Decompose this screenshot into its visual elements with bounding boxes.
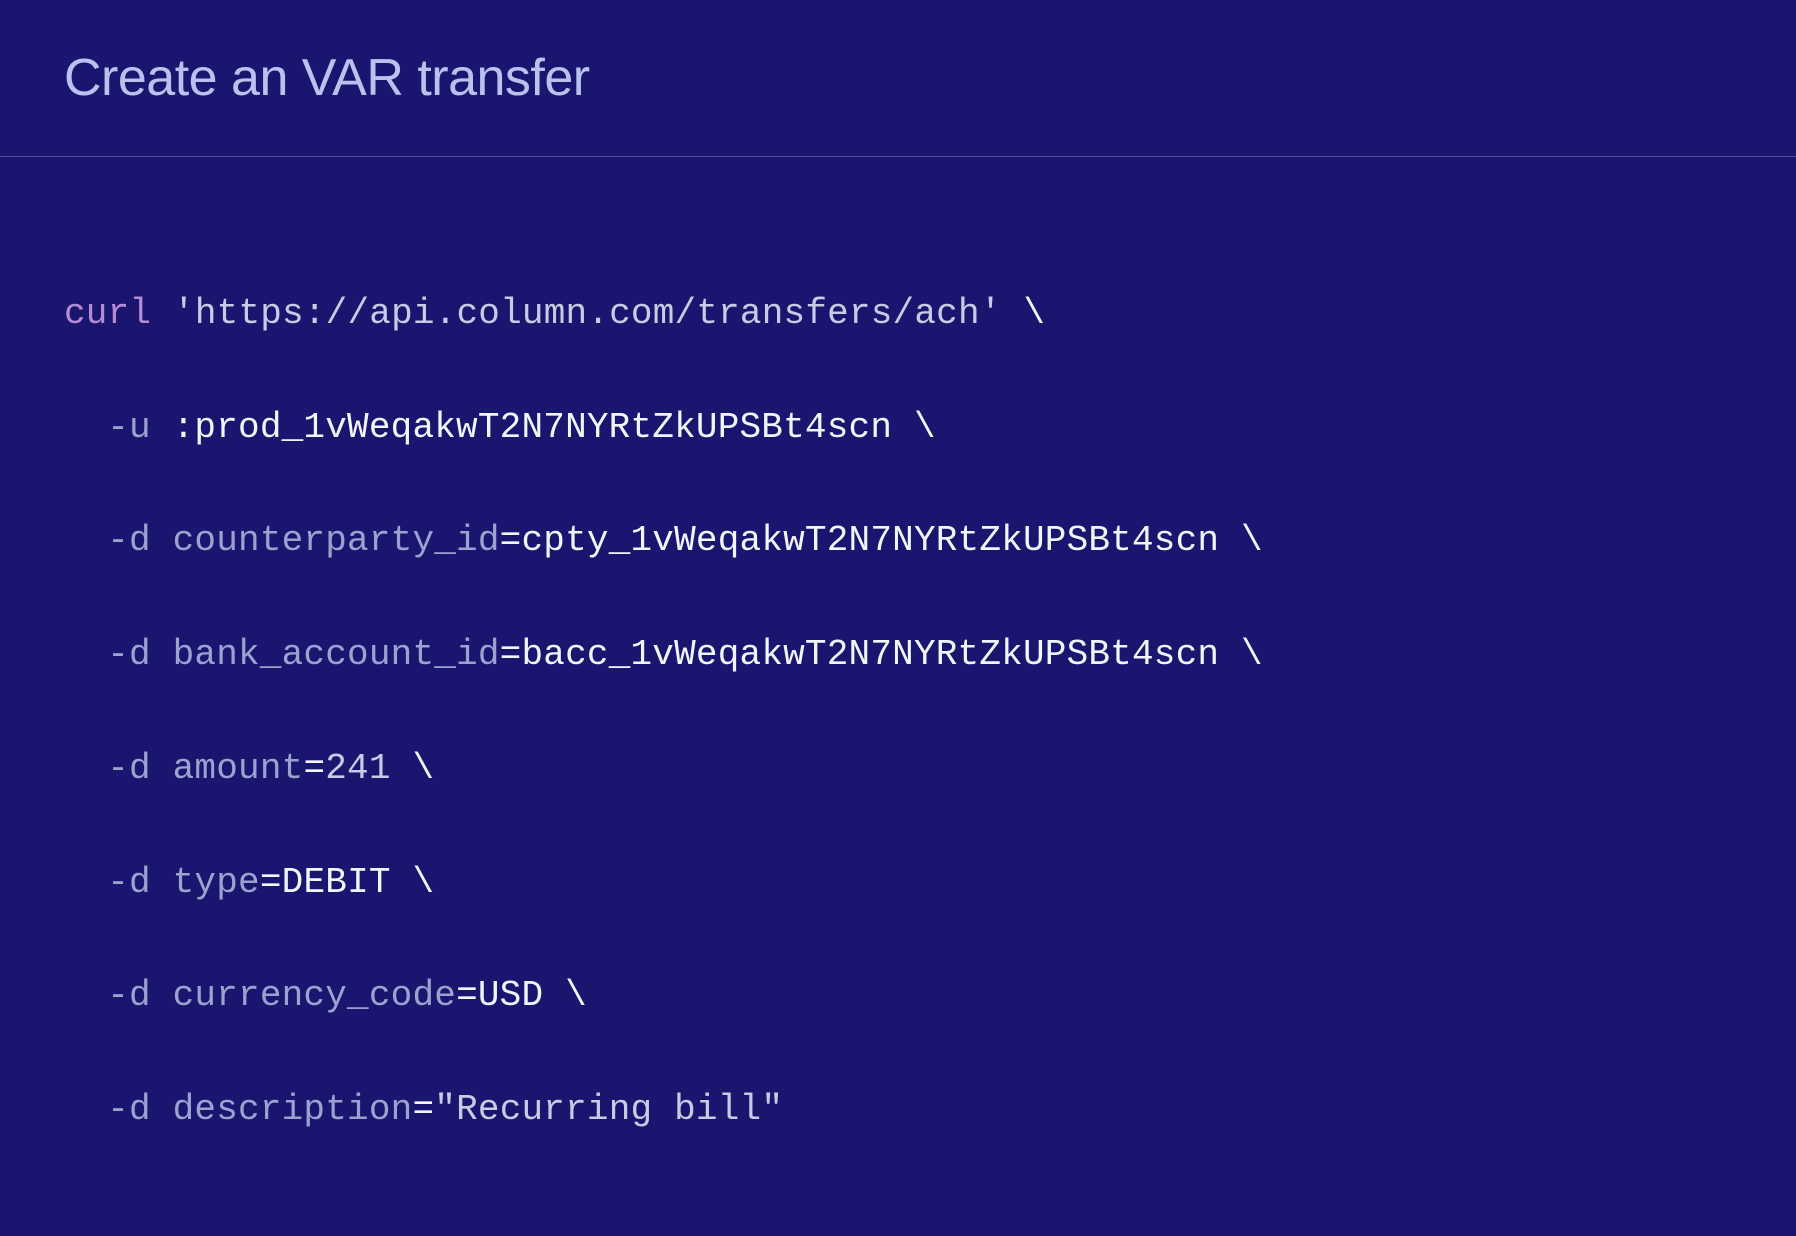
code-flag: -d <box>107 1089 151 1130</box>
code-eq: = <box>500 520 522 561</box>
code-value: bacc_1vWeqakwT2N7NYRtZkUPSBt4scn <box>521 634 1219 675</box>
code-continuation: \ <box>1002 293 1046 334</box>
code-key: description <box>151 1089 413 1130</box>
code-url: 'https://api.column.com/transfers/ach' <box>173 293 1002 334</box>
code-key: bank_account_id <box>151 634 500 675</box>
code-key: amount <box>151 748 304 789</box>
code-line: -u :prod_1vWeqakwT2N7NYRtZkUPSBt4scn \ <box>64 400 1732 457</box>
code-continuation: \ <box>1219 520 1263 561</box>
code-key: type <box>151 862 260 903</box>
code-eq: = <box>260 862 282 903</box>
code-flag: -d <box>107 520 151 561</box>
code-eq: = <box>456 975 478 1016</box>
code-flag: -d <box>107 975 151 1016</box>
code-value: :prod_1vWeqakwT2N7NYRtZkUPSBt4scn <box>151 407 892 448</box>
code-value: USD <box>478 975 543 1016</box>
code-continuation: \ <box>1219 634 1263 675</box>
code-line: -d type=DEBIT \ <box>64 855 1732 912</box>
code-sample-title: Create an VAR transfer <box>64 48 1732 108</box>
code-eq: = <box>500 634 522 675</box>
code-command: curl <box>64 293 151 334</box>
code-value: 241 <box>325 748 390 789</box>
code-flag: -d <box>107 634 151 675</box>
code-line: -d currency_code=USD \ <box>64 968 1732 1025</box>
code-flag: -u <box>107 407 151 448</box>
code-eq: = <box>412 1089 434 1130</box>
code-continuation: \ <box>543 975 587 1016</box>
code-continuation: \ <box>391 748 435 789</box>
code-continuation: \ <box>892 407 936 448</box>
code-line: -d amount=241 \ <box>64 741 1732 798</box>
code-block: curl 'https://api.column.com/transfers/a… <box>0 157 1796 1236</box>
code-sample-header: Create an VAR transfer <box>0 0 1796 157</box>
code-eq: = <box>303 748 325 789</box>
code-line: -d description="Recurring bill" <box>64 1082 1732 1139</box>
code-line: -d bank_account_id=bacc_1vWeqakwT2N7NYRt… <box>64 627 1732 684</box>
code-flag: -d <box>107 862 151 903</box>
code-flag: -d <box>107 748 151 789</box>
code-value: cpty_1vWeqakwT2N7NYRtZkUPSBt4scn <box>521 520 1219 561</box>
code-key: counterparty_id <box>151 520 500 561</box>
code-continuation: \ <box>391 862 435 903</box>
code-line: -d counterparty_id=cpty_1vWeqakwT2N7NYRt… <box>64 513 1732 570</box>
code-value: DEBIT <box>282 862 391 903</box>
code-value: "Recurring bill" <box>434 1089 783 1130</box>
code-key: currency_code <box>151 975 456 1016</box>
code-line: curl 'https://api.column.com/transfers/a… <box>64 286 1732 343</box>
